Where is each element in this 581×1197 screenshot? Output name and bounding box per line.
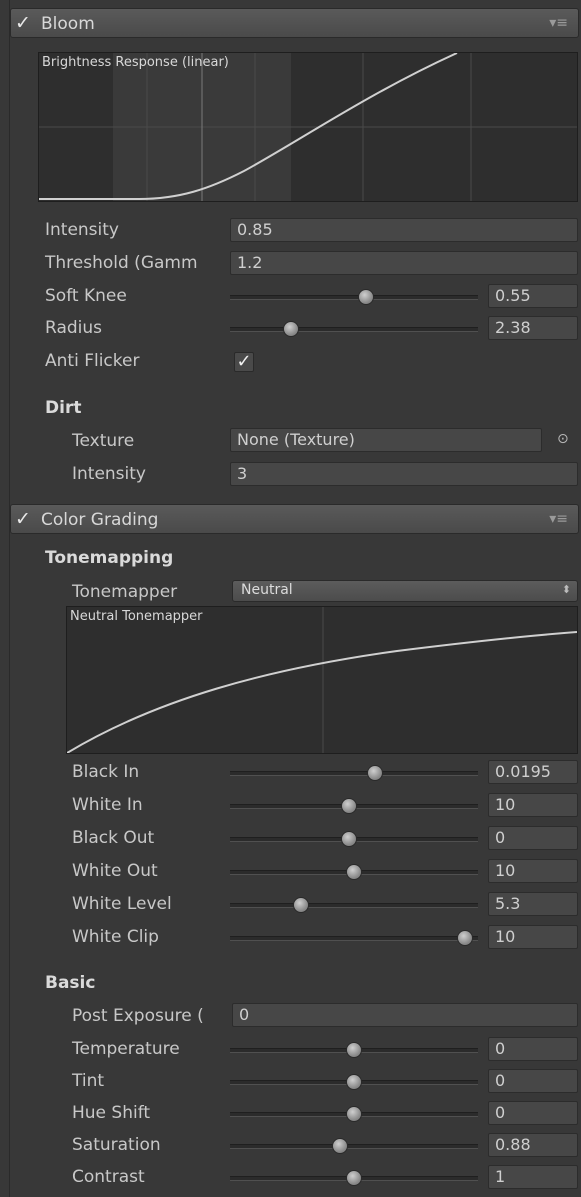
color-grading-menu-icon[interactable]: ▾≡ (549, 511, 568, 527)
saturation-slider-track[interactable] (230, 1144, 478, 1149)
white-level-slider-track[interactable] (230, 903, 478, 908)
black-in-slider-track[interactable] (230, 771, 478, 776)
radius-slider-knob[interactable] (283, 321, 299, 337)
intensity-field[interactable]: 0.85 (230, 218, 578, 242)
dirt-texture-field[interactable]: None (Texture) (230, 428, 542, 452)
soft-knee-slider-track[interactable] (230, 295, 478, 300)
bloom-section-header[interactable]: ✓ Bloom ▾≡ (10, 8, 579, 38)
hue-shift-slider-knob[interactable] (346, 1106, 362, 1122)
bloom-section-title: Bloom (41, 14, 95, 34)
dropdown-arrow-icon: ⬍ (561, 583, 571, 596)
tonemapper-value: Neutral (241, 582, 293, 598)
temperature-field[interactable]: 0 (488, 1037, 578, 1061)
brightness-response-plot (39, 53, 577, 201)
anti-flicker-label: Anti Flicker (45, 351, 140, 371)
white-clip-slider-track[interactable] (230, 936, 478, 941)
black-in-field[interactable]: 0.0195 (488, 760, 578, 784)
contrast-slider-knob[interactable] (346, 1170, 362, 1186)
tonemapping-heading: Tonemapping (45, 548, 174, 568)
tonemapper-label: Tonemapper (72, 582, 178, 602)
tint-slider-knob[interactable] (346, 1074, 362, 1090)
white-clip-label: White Clip (72, 927, 159, 947)
black-in-slider-knob[interactable] (367, 765, 383, 781)
contrast-label: Contrast (72, 1167, 145, 1187)
radius-slider-track[interactable] (230, 327, 478, 332)
saturation-slider-knob[interactable] (332, 1138, 348, 1154)
dirt-intensity-label: Intensity (72, 464, 146, 484)
post-exposure-field[interactable]: 0 (232, 1003, 578, 1027)
white-level-slider-knob[interactable] (293, 897, 309, 913)
basic-heading: Basic (45, 973, 96, 993)
saturation-label: Saturation (72, 1135, 161, 1155)
temperature-label: Temperature (72, 1039, 180, 1059)
threshold-label: Threshold (Gamm (45, 253, 198, 273)
white-out-label: White Out (72, 861, 158, 881)
radius-label: Radius (45, 318, 103, 338)
hue-shift-label: Hue Shift (72, 1103, 151, 1123)
target-icon[interactable]: ⊙ (557, 431, 569, 447)
bloom-menu-icon[interactable]: ▾≡ (549, 15, 568, 31)
brightness-response-title: Brightness Response (linear) (42, 55, 229, 70)
neutral-tonemapper-graph: Neutral Tonemapper (66, 606, 578, 754)
white-level-field[interactable]: 5.3 (488, 892, 578, 916)
soft-knee-slider-knob[interactable] (358, 289, 374, 305)
color-grading-section-title: Color Grading (41, 510, 159, 530)
contrast-field[interactable]: 1 (488, 1165, 578, 1189)
white-clip-field[interactable]: 10 (488, 925, 578, 949)
anti-flicker-checkbox[interactable]: ✓ (234, 352, 254, 372)
soft-knee-label: Soft Knee (45, 286, 127, 306)
white-clip-slider-knob[interactable] (457, 930, 473, 946)
dirt-heading: Dirt (45, 398, 82, 418)
tonemapper-curve-plot (67, 607, 577, 753)
white-in-field[interactable]: 10 (488, 793, 578, 817)
color-grading-enable-check-icon[interactable]: ✓ (15, 508, 31, 530)
white-in-slider-knob[interactable] (341, 798, 357, 814)
black-in-label: Black In (72, 762, 140, 782)
soft-knee-field[interactable]: 0.55 (488, 284, 578, 308)
post-exposure-label: Post Exposure ( (72, 1006, 204, 1026)
brightness-response-graph: Brightness Response (linear) (38, 52, 578, 202)
white-in-label: White In (72, 795, 143, 815)
black-out-field[interactable]: 0 (488, 826, 578, 850)
white-out-slider-knob[interactable] (346, 864, 362, 880)
tint-field[interactable]: 0 (488, 1069, 578, 1093)
radius-field[interactable]: 2.38 (488, 316, 578, 340)
tonemapper-dropdown[interactable]: Neutral ⬍ (232, 580, 578, 602)
dirt-intensity-field[interactable]: 3 (230, 462, 578, 486)
tonemapper-curve (67, 631, 577, 753)
saturation-field[interactable]: 0.88 (488, 1133, 578, 1157)
neutral-tonemapper-title: Neutral Tonemapper (70, 609, 203, 624)
bloom-enable-check-icon[interactable]: ✓ (15, 12, 31, 34)
intensity-label: Intensity (45, 220, 119, 240)
tint-label: Tint (72, 1071, 105, 1091)
threshold-field[interactable]: 1.2 (230, 251, 578, 275)
black-out-label: Black Out (72, 828, 155, 848)
white-level-label: White Level (72, 894, 172, 914)
white-out-field[interactable]: 10 (488, 859, 578, 883)
color-grading-section-header[interactable]: ✓ Color Grading ▾≡ (10, 504, 579, 534)
hue-shift-field[interactable]: 0 (488, 1101, 578, 1125)
dirt-texture-label: Texture (72, 431, 135, 451)
temperature-slider-knob[interactable] (346, 1042, 362, 1058)
black-out-slider-knob[interactable] (341, 831, 357, 847)
